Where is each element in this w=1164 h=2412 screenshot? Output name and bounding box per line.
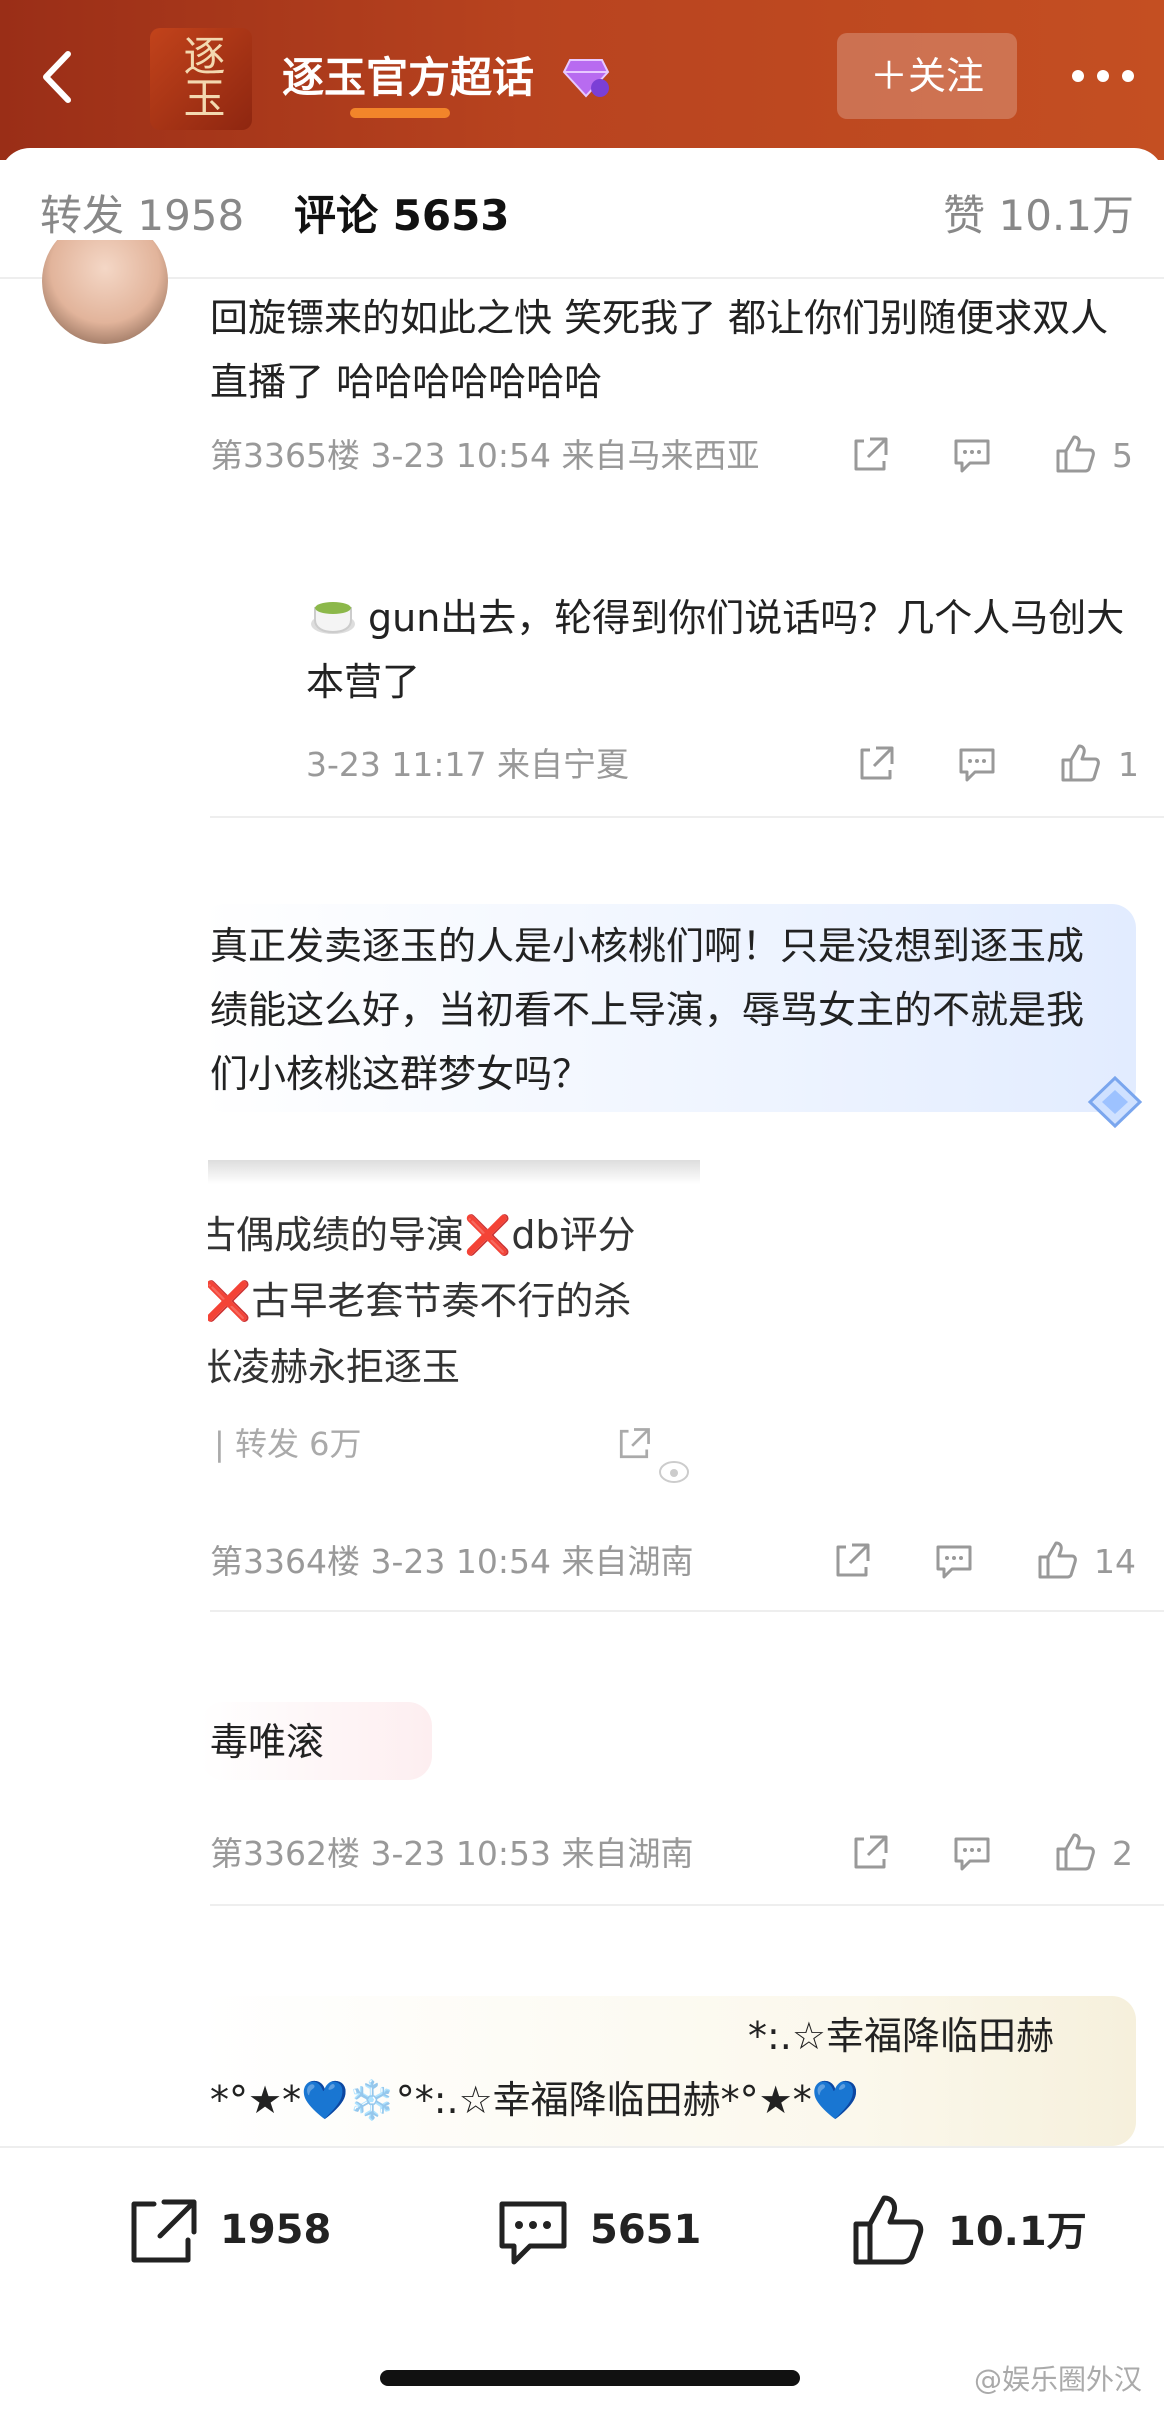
more-options-icon[interactable] [1068, 58, 1138, 94]
comment-divider [210, 816, 1164, 818]
watermark: @娱乐圈外汉 [973, 2363, 1142, 2396]
comment-meta: 第3364楼 3-23 10:54 来自湖南 [210, 1542, 694, 1581]
repost-count: 1958 [220, 2207, 332, 2253]
tabs-divider [0, 277, 1164, 279]
comment-meta: 第3362楼 3-23 10:53 来自湖南 [210, 1834, 694, 1873]
like-count: 14 [1094, 1542, 1136, 1581]
comment-button[interactable]: 5651 [494, 2190, 714, 2270]
comment-text: *°★*💙❄️°*:.☆幸福降临田赫*°★*💙 [210, 2078, 860, 2122]
like-icon[interactable] [1052, 1829, 1098, 1875]
comment-count: 5651 [590, 2207, 702, 2253]
topic-logo: 逐玉 [150, 28, 252, 130]
like-count: 2 [1112, 1834, 1133, 1873]
comment-bubble-icon [494, 2194, 572, 2268]
comment-meta: 第3365楼 3-23 10:54 来自马来西亚 [210, 436, 760, 475]
share-icon[interactable] [848, 433, 892, 477]
like-count: 5 [1112, 436, 1133, 475]
tab-comments[interactable]: 评论 5653 [294, 186, 510, 246]
share-icon[interactable] [854, 742, 898, 786]
comment-text: 毒唯滚 [210, 1720, 325, 1764]
comment-icon[interactable] [955, 742, 999, 786]
share-icon[interactable] [830, 1539, 874, 1583]
tab-likes[interactable]: 赞 10.1万 [943, 186, 1134, 246]
tab-bar: 转发 1958 评论 5653 赞 10.1万 [0, 148, 1164, 278]
like-icon[interactable] [1034, 1537, 1080, 1583]
thumbs-up-icon [848, 2190, 928, 2268]
topic-title: 逐玉官方超话 [282, 53, 535, 102]
home-indicator[interactable] [380, 2370, 800, 2386]
reply-text: gun出去，轮得到你们说话吗？几个人马创大本营了 [306, 596, 1125, 704]
follow-button[interactable]: ＋关注 [837, 33, 1017, 119]
image-text-line: ❌古早老套节奏不行的杀 [208, 1279, 632, 1323]
reply-meta: 3-23 11:17 来自宁夏 [306, 745, 629, 784]
comment-text: 真正发卖逐玉的人是小核桃们啊！只是没想到逐玉成绩能这么好，当初看不上导演，辱骂女… [210, 924, 1085, 1096]
repost-button[interactable]: 1958 [124, 2190, 344, 2270]
comment-icon[interactable] [932, 1539, 976, 1583]
comment-icon[interactable] [950, 1831, 994, 1875]
comment-icon[interactable] [950, 433, 994, 477]
avatar[interactable] [42, 240, 168, 344]
share-icon[interactable] [848, 1831, 892, 1875]
image-repost-label: | 转发 6万 [214, 1425, 362, 1463]
logo-text: 逐玉 [177, 34, 226, 118]
like-count: 1 [1118, 745, 1139, 784]
like-button[interactable]: 10.1万 [848, 2190, 1108, 2270]
comment-text: 回旋镖来的如此之快 笑死我了 都让你们别随便求双人直播了 哈哈哈哈哈哈哈 [210, 296, 1109, 404]
tab-repost[interactable]: 转发 1958 [40, 186, 244, 246]
like-icon[interactable] [1057, 740, 1103, 786]
comment-divider [210, 1610, 1164, 1612]
image-text-line: 张凌赫永拒逐玉 [208, 1345, 461, 1389]
image-weibo-mark-icon [658, 1454, 694, 1484]
repost-icon [124, 2194, 202, 2268]
back-icon[interactable] [28, 42, 88, 112]
active-tab-indicator [350, 108, 450, 118]
diamond-badge-icon [562, 56, 610, 100]
comment-image[interactable]: 古偶成绩的导演❌db评分 ❌古早老套节奏不行的杀 张凌赫永拒逐玉 | 转发 6万 [208, 1160, 700, 1490]
image-share-icon [614, 1424, 654, 1464]
comment-text: *:.☆幸福降临田赫 [748, 2014, 1054, 2058]
image-text-line: 古偶成绩的导演❌db评分 [208, 1213, 636, 1257]
like-icon[interactable] [1052, 431, 1098, 477]
bubble-diamond-icon [1082, 1072, 1148, 1132]
like-count: 10.1万 [948, 2209, 1087, 2255]
comment-divider [210, 1904, 1164, 1906]
